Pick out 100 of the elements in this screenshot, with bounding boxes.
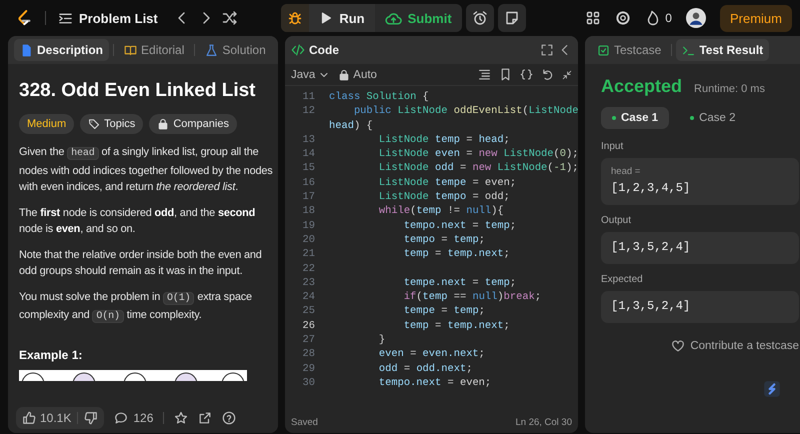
testcase-icon [597, 44, 610, 56]
line-number: 24 [302, 290, 315, 304]
code-line: tempe.next = temp; [402, 276, 516, 290]
line-number: 29 [302, 362, 315, 376]
problem-title: 328. Odd Even Linked List [19, 80, 257, 102]
line-number: 23 [302, 276, 315, 290]
streak-counter[interactable]: 0 [645, 10, 672, 26]
description-paragraph: Note that the relative order inside both the even and odd groups should remain as it was in the input. [19, 248, 263, 279]
auto-mode-toggle[interactable]: Auto [338, 68, 377, 80]
alarm-clock-icon [472, 10, 488, 26]
collapse-icon[interactable] [562, 70, 572, 80]
line-number: 18 [302, 204, 315, 219]
panel-tab[interactable]: Solution [199, 39, 272, 61]
code-line: tempo.next = even; [378, 376, 492, 390]
code-line: ListNode tempo = odd; [378, 190, 510, 204]
result-icon [682, 44, 696, 56]
shuffle-icon[interactable] [222, 10, 238, 26]
solutions-icon [205, 44, 218, 56]
share-icon[interactable] [198, 411, 212, 425]
panel-tab[interactable]: Description [14, 39, 110, 61]
value-text: [1,2,3,4,5] [611, 181, 692, 196]
value-text: [1,3,5,2,4] [611, 240, 692, 255]
lock-icon [338, 68, 350, 80]
panel-tab[interactable]: Editorial [118, 39, 190, 61]
panel-tab[interactable]: Test Result [676, 39, 770, 61]
value-text: [1,3,5,2,4] [611, 299, 692, 314]
line-number: 30 [302, 376, 315, 390]
code-line: ListNode tempe = even; [378, 176, 516, 190]
code-line: ListNode temp = head; [378, 132, 510, 148]
code-line: head) { [329, 118, 373, 133]
example-heading: Example 1: [19, 348, 84, 362]
premium-button[interactable]: Premium [720, 4, 792, 32]
code-line: temp = temp.next; [402, 247, 510, 262]
line-number: 28 [302, 347, 315, 362]
description-icon [20, 44, 33, 56]
save-status: Saved [291, 416, 318, 428]
timer-button[interactable] [466, 4, 494, 32]
tag-button[interactable]: Companies [149, 114, 237, 134]
parameter-name: head = [611, 166, 642, 177]
section-label: Input [601, 141, 624, 152]
line-number: 19 [302, 218, 315, 233]
bookmark-icon[interactable] [499, 68, 512, 81]
code-line: ListNode even = new ListNode(0); [378, 147, 578, 162]
debug-button[interactable] [281, 4, 310, 32]
line-number: 26 [302, 318, 315, 334]
contribute-testcase-link[interactable]: Contribute a testcase [601, 339, 799, 353]
floating-widget-icon[interactable] [763, 380, 781, 398]
comments-button[interactable]: 126 [114, 411, 154, 425]
line-number: 14 [302, 147, 315, 162]
lock-icon [157, 118, 170, 130]
thumbs-up-icon [22, 411, 36, 425]
line-number: 27 [302, 333, 315, 348]
section-label: Output [601, 215, 632, 226]
panel-tab[interactable]: Testcase [591, 39, 668, 61]
list-icon [58, 10, 73, 26]
format-icon[interactable] [478, 68, 491, 81]
case-tab[interactable]: Case 1 [601, 107, 670, 129]
line-number: 12 [302, 104, 315, 119]
code-line: while(temp != null){ [378, 204, 504, 219]
editorial-icon [124, 44, 138, 56]
difficulty-badge: Medium [19, 114, 74, 134]
section-label: Expected [601, 274, 644, 285]
language-dropdown[interactable]: Java [291, 68, 330, 80]
problem-list-link[interactable]: Problem List [58, 10, 158, 26]
cursor-position: Ln 26, Col 30 [515, 416, 572, 428]
description-paragraph: Given the head of a singly linked list, group all the nodes with odd indices together followed by the nodes with even indices, and return the reordered list. [19, 145, 274, 195]
code-line: if(temp == null)break; [402, 290, 542, 304]
tag-button[interactable]: Topics [80, 114, 144, 134]
note-icon [504, 10, 520, 26]
code-line: odd = odd.next; [378, 362, 472, 376]
run-button[interactable]: Run [309, 4, 375, 32]
description-paragraph: The first node is considered odd, and the second node is even, and so on. [19, 206, 256, 237]
expand-icon[interactable] [540, 43, 554, 57]
runtime-text: Runtime: 0 ms [694, 83, 765, 95]
line-number: 20 [302, 232, 315, 248]
code-line: tempo = temp; [402, 232, 485, 248]
code-line: public ListNode oddEvenList(ListNode [352, 104, 578, 119]
code-line: temp = temp.next; [402, 318, 510, 334]
code-line: ListNode odd = new ListNode(-1); [378, 161, 578, 176]
bug-icon [287, 10, 304, 26]
undo-icon[interactable] [541, 68, 554, 81]
notes-button[interactable] [498, 4, 526, 32]
code-line: tempe = temp; [402, 304, 485, 319]
star-icon[interactable] [174, 411, 188, 425]
line-number: 17 [302, 190, 315, 204]
submit-button[interactable]: Submit [374, 4, 462, 32]
heart-icon [671, 339, 686, 353]
verdict-label: Accepted [601, 76, 682, 97]
code-line: class Solution { [329, 90, 429, 104]
line-number: 25 [302, 304, 315, 319]
comment-icon [114, 411, 128, 425]
play-icon [319, 11, 334, 25]
grid-icon[interactable] [585, 10, 602, 26]
line-number: 16 [302, 176, 315, 190]
tag-icon [88, 118, 100, 130]
avatar-icon[interactable] [686, 8, 706, 28]
help-icon[interactable] [222, 411, 236, 425]
panel-title: Code [291, 43, 339, 57]
case-tab[interactable]: Case 2 [679, 107, 747, 129]
braces-icon[interactable] [520, 68, 533, 81]
